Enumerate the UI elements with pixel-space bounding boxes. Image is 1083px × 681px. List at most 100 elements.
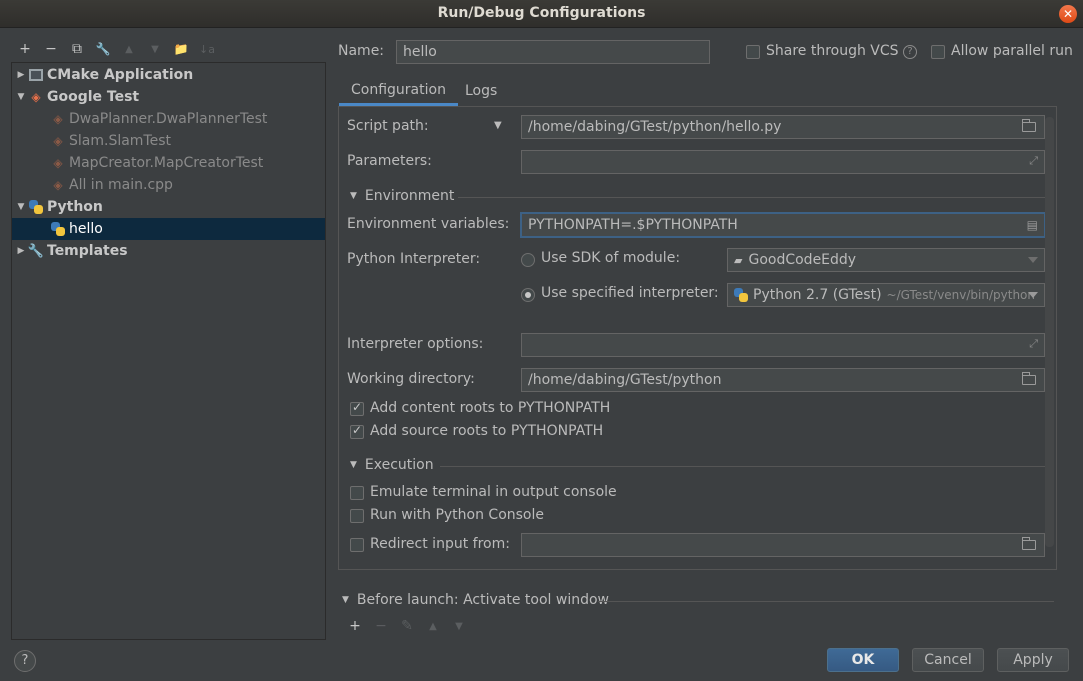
collapse-arrow-icon: ▼ <box>342 595 349 605</box>
tree-item-label: Templates <box>47 243 128 259</box>
panel-scrollbar[interactable] <box>1045 117 1054 547</box>
new-folder-button[interactable]: 📁 <box>168 38 194 60</box>
use-sdk-radio[interactable] <box>521 253 535 267</box>
move-up-button[interactable]: ▲ <box>420 615 446 637</box>
tree-item-label: CMake Application <box>47 67 194 83</box>
help-button[interactable]: ? <box>14 650 36 672</box>
collapse-arrow-icon[interactable]: ▼ <box>14 92 28 102</box>
add-content-roots-label: Add content roots to PYTHONPATH <box>370 400 611 416</box>
use-specified-radio[interactable] <box>521 288 535 302</box>
copy-config-button[interactable]: ⧉ <box>64 38 90 60</box>
before-launch-header[interactable]: ▼ Before launch: Activate tool window <box>342 592 609 608</box>
tree-item-hello[interactable]: hello <box>12 218 325 240</box>
tree-item-google-test[interactable]: ▼ ◈ Google Test <box>12 86 325 108</box>
redirect-input-checkbox[interactable] <box>350 538 364 552</box>
allow-parallel-checkbox[interactable] <box>931 45 945 59</box>
apply-button[interactable]: Apply <box>997 648 1069 672</box>
expand-arrow-icon[interactable]: ▶ <box>14 70 28 80</box>
edit-task-icon[interactable]: ✎ <box>394 615 420 637</box>
wrench-icon: 🔧 <box>27 243 45 259</box>
environment-section-title: Environment <box>364 188 455 204</box>
help-icon[interactable]: ? <box>903 45 917 59</box>
tab-logs[interactable]: Logs <box>453 76 509 106</box>
collapse-arrow-icon: ▼ <box>350 191 357 201</box>
working-dir-value: /home/dabing/GTest/python <box>528 372 722 388</box>
script-path-input[interactable]: /home/dabing/GTest/python/hello.py <box>521 115 1045 139</box>
execution-section-header[interactable]: ▼ Execution <box>350 457 434 473</box>
edit-defaults-icon[interactable]: 🔧 <box>90 38 116 60</box>
tree-item-label: Python <box>47 199 103 215</box>
tree-item-dwaplanner-test[interactable]: ◈ DwaPlanner.DwaPlannerTest <box>12 108 325 130</box>
env-vars-input[interactable]: PYTHONPATH=.$PYTHONPATH ▤ <box>520 212 1046 238</box>
python-icon <box>50 221 66 237</box>
config-tree: ▶ CMake Application ▼ ◈ Google Test ◈ Dw… <box>11 62 326 640</box>
google-test-icon: ◈ <box>53 134 63 148</box>
expand-icon[interactable]: ⤢ <box>1029 337 1038 351</box>
browse-folder-icon[interactable] <box>1022 372 1036 385</box>
interpreter-select[interactable]: Python 2.7 (GTest) ~/GTest/venv/bin/pyth… <box>727 283 1045 307</box>
add-task-button[interactable]: + <box>342 615 368 637</box>
expand-icon[interactable]: ⤢ <box>1029 154 1038 168</box>
script-path-label: Script path: <box>347 118 429 134</box>
add-source-roots-label: Add source roots to PYTHONPATH <box>370 423 604 439</box>
sdk-module-select[interactable]: ▰ GoodCodeEddy <box>727 248 1045 272</box>
move-down-button[interactable]: ▼ <box>142 38 168 60</box>
emulate-terminal-label: Emulate terminal in output console <box>370 484 617 500</box>
tree-item-mapcreator-test[interactable]: ◈ MapCreator.MapCreatorTest <box>12 152 325 174</box>
browse-folder-icon[interactable] <box>1022 119 1036 132</box>
add-content-roots-checkbox[interactable] <box>350 400 364 416</box>
tree-item-templates[interactable]: ▶ 🔧 Templates <box>12 240 325 262</box>
google-test-icon: ◈ <box>53 156 63 170</box>
share-vcs-checkbox[interactable] <box>746 45 760 59</box>
collapse-arrow-icon[interactable]: ▼ <box>14 202 28 212</box>
allow-parallel-label: Allow parallel run <box>951 43 1073 59</box>
name-input[interactable]: hello <box>396 40 710 64</box>
remove-task-button[interactable]: − <box>368 615 394 637</box>
interp-options-input[interactable]: ⤢ <box>521 333 1045 357</box>
sdk-module-value: GoodCodeEddy <box>748 252 857 268</box>
ok-button[interactable]: OK <box>827 648 899 672</box>
tree-item-label: hello <box>69 221 103 237</box>
execution-section-title: Execution <box>364 457 434 473</box>
add-config-button[interactable]: + <box>12 38 38 60</box>
working-dir-input[interactable]: /home/dabing/GTest/python <box>521 368 1045 392</box>
tree-item-slam-test[interactable]: ◈ Slam.SlamTest <box>12 130 325 152</box>
tree-item-python[interactable]: ▼ Python <box>12 196 325 218</box>
environment-section-header[interactable]: ▼ Environment <box>350 188 454 204</box>
close-button[interactable]: ✕ <box>1059 5 1077 23</box>
cancel-button[interactable]: Cancel <box>912 648 984 672</box>
use-specified-label: Use specified interpreter: <box>541 285 719 301</box>
add-source-roots-checkbox[interactable] <box>350 423 364 439</box>
expand-arrow-icon[interactable]: ▶ <box>14 246 28 256</box>
parameters-input[interactable]: ⤢ <box>521 150 1045 174</box>
section-divider <box>458 197 1045 198</box>
tree-item-label: Slam.SlamTest <box>69 133 172 149</box>
tree-item-cmake-application[interactable]: ▶ CMake Application <box>12 64 325 86</box>
script-path-value: /home/dabing/GTest/python/hello.py <box>528 119 782 135</box>
move-down-button[interactable]: ▼ <box>446 615 472 637</box>
remove-config-button[interactable]: − <box>38 38 64 60</box>
tree-item-label: All in main.cpp <box>69 177 173 193</box>
config-toolbar: + − ⧉ 🔧 ▲ ▼ 📁 ↓a <box>12 38 220 60</box>
working-dir-label: Working directory: <box>347 371 475 387</box>
tree-item-label: MapCreator.MapCreatorTest <box>69 155 264 171</box>
before-launch-toolbar: + − ✎ ▲ ▼ <box>342 616 472 636</box>
tab-bar: Configuration Logs <box>338 76 1054 106</box>
move-up-button[interactable]: ▲ <box>116 38 142 60</box>
run-python-console-checkbox[interactable] <box>350 509 364 523</box>
interp-options-label: Interpreter options: <box>347 336 484 352</box>
section-divider <box>598 601 1054 602</box>
redirect-input-field[interactable] <box>521 533 1045 557</box>
env-vars-value: PYTHONPATH=.$PYTHONPATH <box>528 217 738 233</box>
tree-item-all-in-main[interactable]: ◈ All in main.cpp <box>12 174 325 196</box>
collapse-arrow-icon: ▼ <box>350 460 357 470</box>
browse-folder-icon[interactable] <box>1022 537 1036 550</box>
emulate-terminal-checkbox[interactable] <box>350 486 364 500</box>
script-type-dropdown-icon[interactable]: ▼ <box>494 120 502 131</box>
tab-configuration[interactable]: Configuration <box>339 76 458 106</box>
edit-env-vars-icon[interactable]: ▤ <box>1027 218 1038 232</box>
python-icon <box>734 288 748 302</box>
env-vars-label: Environment variables: <box>347 216 510 232</box>
sort-button[interactable]: ↓a <box>194 38 220 60</box>
cmake-icon <box>28 67 44 83</box>
